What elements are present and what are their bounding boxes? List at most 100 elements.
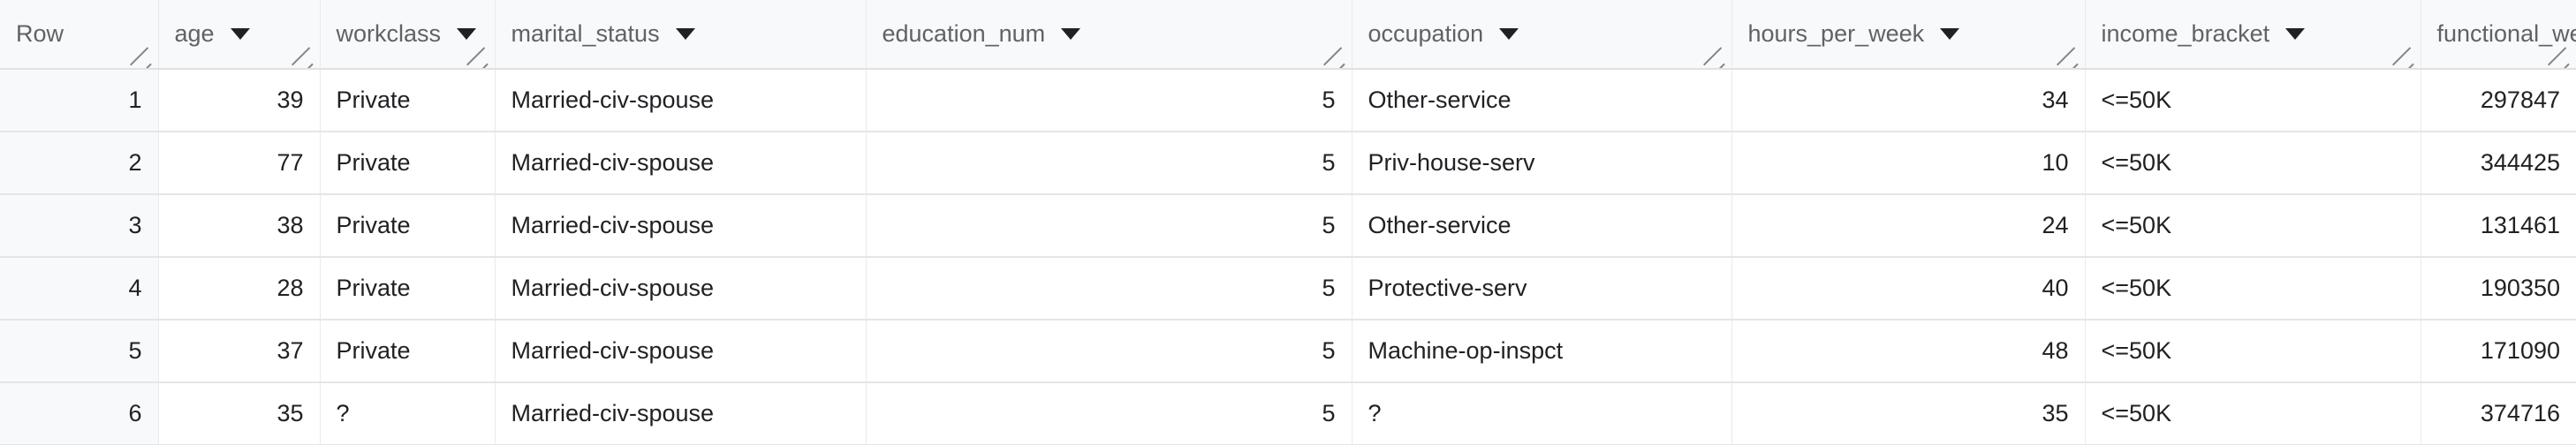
cell-marital[interactable]: Married-civ-spouse: [495, 320, 867, 383]
cell-age[interactable]: 28: [158, 257, 321, 321]
cell-workclass[interactable]: Private: [320, 257, 496, 321]
cell-occupation[interactable]: Machine-op-inspct: [1352, 320, 1732, 383]
table-row[interactable]: 4 28 Private Married-civ-spouse 5 Protective-…: [0, 257, 2576, 321]
cell-row[interactable]: 1: [0, 69, 159, 132]
cell-workclass[interactable]: Private: [320, 194, 496, 258]
column-resize-handle[interactable]: [2391, 42, 2417, 67]
cell-fw[interactable]: 171090: [2421, 320, 2576, 383]
cell-marital[interactable]: Married-civ-spouse: [495, 382, 867, 445]
chevron-down-icon[interactable]: [230, 28, 250, 40]
cell-fw[interactable]: 131461: [2421, 194, 2576, 258]
column-header-content: functional_weight: [2437, 0, 2576, 67]
cell-income[interactable]: <=50K: [2085, 132, 2421, 195]
cell-occupation[interactable]: Other-service: [1352, 69, 1732, 132]
cell-occupation[interactable]: Priv-house-serv: [1352, 132, 1732, 195]
column-header-label: occupation: [1368, 20, 1484, 47]
cell-marital[interactable]: Married-civ-spouse: [495, 69, 867, 132]
column-resize-handle[interactable]: [2056, 42, 2081, 67]
cell-occupation[interactable]: ?: [1352, 382, 1732, 445]
column-header-education-num[interactable]: education_num: [866, 0, 1352, 70]
column-resize-handle[interactable]: [129, 42, 155, 67]
cell-row[interactable]: 4: [0, 257, 159, 321]
cell-education[interactable]: 5: [866, 132, 1352, 195]
column-header-label: marital_status: [511, 20, 660, 47]
column-header-hours-per-week[interactable]: hours_per_week: [1731, 0, 2086, 70]
cell-age[interactable]: 77: [158, 132, 321, 195]
cell-hours[interactable]: 48: [1731, 320, 2086, 383]
cell-workclass[interactable]: Private: [320, 320, 496, 383]
column-header-label: income_bracket: [2101, 20, 2270, 47]
cell-age[interactable]: 35: [158, 382, 321, 445]
column-header-content: workclass: [336, 0, 479, 67]
cell-row[interactable]: 2: [0, 132, 159, 195]
results-table-container: Row age workclass marital_status education_n…: [0, 0, 2576, 445]
column-resize-handle[interactable]: [1702, 42, 1728, 67]
column-resize-handle[interactable]: [2548, 42, 2572, 67]
cell-row[interactable]: 5: [0, 320, 159, 383]
cell-income[interactable]: <=50K: [2085, 69, 2421, 132]
cell-workclass[interactable]: Private: [320, 132, 496, 195]
cell-education[interactable]: 5: [866, 194, 1352, 258]
column-header-content: occupation: [1368, 0, 1716, 67]
table-row[interactable]: 2 77 Private Married-civ-spouse 5 Priv-house-…: [0, 132, 2576, 195]
column-header-workclass[interactable]: workclass: [320, 0, 496, 70]
column-resize-handle[interactable]: [291, 42, 316, 67]
chevron-down-icon[interactable]: [1940, 28, 1960, 40]
chevron-down-icon[interactable]: [675, 28, 695, 40]
column-header-age[interactable]: age: [158, 0, 321, 70]
table-row[interactable]: 1 39 Private Married-civ-spouse 5 Other-servi…: [0, 69, 2576, 132]
cell-income[interactable]: <=50K: [2085, 257, 2421, 321]
cell-education[interactable]: 5: [866, 257, 1352, 321]
column-resize-handle[interactable]: [466, 42, 491, 67]
cell-income[interactable]: <=50K: [2085, 194, 2421, 258]
column-header-row[interactable]: Row: [0, 0, 159, 70]
cell-hours[interactable]: 34: [1731, 69, 2086, 132]
cell-fw[interactable]: 190350: [2421, 257, 2576, 321]
column-header-content: income_bracket: [2101, 0, 2405, 67]
cell-marital[interactable]: Married-civ-spouse: [495, 194, 867, 258]
cell-education[interactable]: 5: [866, 382, 1352, 445]
cell-income[interactable]: <=50K: [2085, 320, 2421, 383]
table-row[interactable]: 5 37 Private Married-civ-spouse 5 Machine-op-…: [0, 320, 2576, 383]
chevron-down-icon[interactable]: [1061, 28, 1081, 40]
chevron-down-icon[interactable]: [457, 28, 477, 40]
column-header-income-bracket[interactable]: income_bracket: [2085, 0, 2421, 70]
chevron-down-icon[interactable]: [2285, 28, 2306, 40]
chevron-down-icon[interactable]: [1499, 28, 1519, 40]
column-header-label: Row: [16, 20, 64, 47]
cell-row[interactable]: 3: [0, 194, 159, 258]
column-header-label: hours_per_week: [1747, 20, 1925, 47]
cell-hours[interactable]: 40: [1731, 257, 2086, 321]
cell-hours[interactable]: 24: [1731, 194, 2086, 258]
column-header-marital-status[interactable]: marital_status: [495, 0, 867, 70]
cell-fw[interactable]: 344425: [2421, 132, 2576, 195]
column-resize-handle[interactable]: [1322, 42, 1348, 67]
column-header-label: age: [174, 20, 215, 47]
results-table: Row age workclass marital_status education_n…: [0, 0, 2576, 445]
cell-hours[interactable]: 35: [1731, 382, 2086, 445]
cell-fw[interactable]: 374716: [2421, 382, 2576, 445]
cell-occupation[interactable]: Protective-serv: [1352, 257, 1732, 321]
cell-workclass[interactable]: Private: [320, 69, 496, 132]
cell-workclass[interactable]: ?: [320, 382, 496, 445]
cell-education[interactable]: 5: [866, 320, 1352, 383]
cell-income[interactable]: <=50K: [2085, 382, 2421, 445]
cell-age[interactable]: 38: [158, 194, 321, 258]
cell-hours[interactable]: 10: [1731, 132, 2086, 195]
column-header-content: Row: [16, 0, 142, 67]
column-header-occupation[interactable]: occupation: [1352, 0, 1732, 70]
cell-occupation[interactable]: Other-service: [1352, 194, 1732, 258]
column-header-content: age: [174, 0, 304, 67]
cell-marital[interactable]: Married-civ-spouse: [495, 257, 867, 321]
table-header: Row age workclass marital_status education_n…: [0, 0, 2576, 70]
table-row[interactable]: 3 38 Private Married-civ-spouse 5 Other-servi…: [0, 194, 2576, 258]
cell-age[interactable]: 39: [158, 69, 321, 132]
column-header-functional-weight[interactable]: functional_weight: [2421, 0, 2576, 70]
table-row[interactable]: 6 35? Married-civ-spouse 5? 35 <=50K 374716: [0, 382, 2576, 445]
cell-age[interactable]: 37: [158, 320, 321, 383]
cell-row[interactable]: 6: [0, 382, 159, 445]
cell-fw[interactable]: 297847: [2421, 69, 2576, 132]
column-header-label: workclass: [336, 20, 442, 47]
cell-marital[interactable]: Married-civ-spouse: [495, 132, 867, 195]
cell-education[interactable]: 5: [866, 69, 1352, 132]
